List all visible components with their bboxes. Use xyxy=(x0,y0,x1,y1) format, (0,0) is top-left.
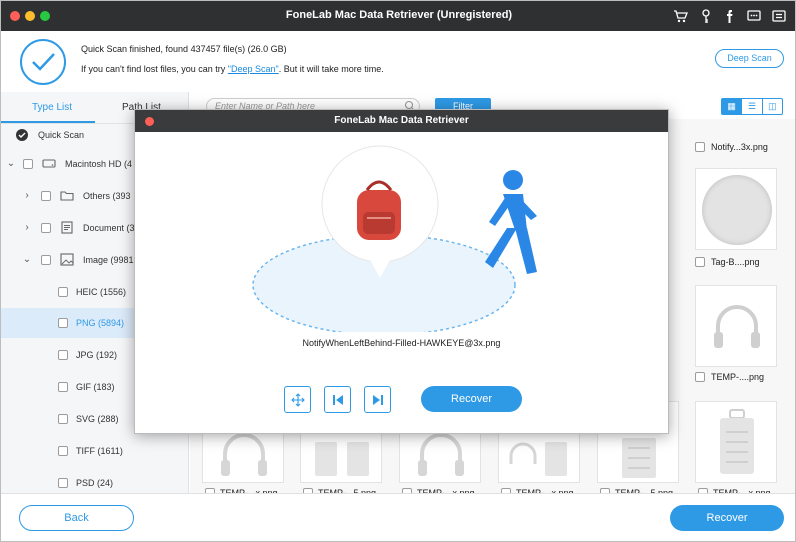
tree-item-label: JPG (192) xyxy=(76,350,118,360)
recover-button[interactable]: Recover xyxy=(670,505,784,531)
scan-complete-icon xyxy=(20,39,66,85)
view-mode-toggle: ▦ ☰ ◫ xyxy=(721,98,783,115)
preview-filename: NotifyWhenLeftBehind-Filled-HAWKEYE@3x.p… xyxy=(302,338,501,348)
tree-item-label: PSD (24) xyxy=(76,478,114,488)
tab-type-list[interactable]: Type List xyxy=(32,102,72,113)
checkbox[interactable] xyxy=(41,223,51,233)
walking-person-icon xyxy=(485,170,537,274)
luggage-icon xyxy=(720,409,754,474)
tree-item-label: GIF (183) xyxy=(76,382,115,392)
scan-hint: If you can't find lost files, you can tr… xyxy=(81,64,384,74)
check-circle-icon xyxy=(16,129,28,141)
detail-view-icon[interactable]: ◫ xyxy=(763,99,782,114)
file-thumbnail[interactable] xyxy=(695,285,777,367)
chat-icon[interactable] xyxy=(746,8,762,24)
disk-icon xyxy=(42,157,56,170)
file-thumbnail[interactable] xyxy=(695,401,777,483)
tree-item-label: HEIC (1556) xyxy=(76,287,127,297)
checkbox[interactable] xyxy=(58,318,68,328)
file-thumbnail[interactable] xyxy=(695,168,777,250)
file-label: Tag-B....png xyxy=(711,257,760,267)
preview-image xyxy=(252,145,537,332)
grid-view-icon[interactable]: ▦ xyxy=(722,99,743,114)
previous-file-icon[interactable] xyxy=(324,386,351,413)
menu-icon[interactable] xyxy=(771,8,787,24)
file-label: Notify...3x.png xyxy=(711,142,768,152)
chevron-right-icon[interactable]: › xyxy=(22,190,32,201)
tree-item-label: Image (9981 xyxy=(83,255,134,265)
back-button[interactable]: Back xyxy=(19,505,134,531)
tree-item-label: Others (393 xyxy=(83,191,131,201)
key-icon[interactable] xyxy=(698,8,714,24)
file-checkbox[interactable] xyxy=(695,372,705,382)
image-icon xyxy=(60,253,74,266)
title-bar: FoneLab Mac Data Retriever (Unregistered… xyxy=(1,1,795,31)
tree-item-label: Document (3 xyxy=(83,223,135,233)
deep-scan-button[interactable]: Deep Scan xyxy=(715,49,784,68)
deep-scan-link[interactable]: "Deep Scan" xyxy=(228,64,279,74)
file-checkbox[interactable] xyxy=(695,257,705,267)
close-dialog-button[interactable] xyxy=(145,117,154,126)
chevron-down-icon[interactable]: ⌄ xyxy=(6,158,16,169)
fit-screen-icon[interactable] xyxy=(284,386,311,413)
file-label: TEMP-....png xyxy=(711,372,765,382)
tree-item-label: Macintosh HD (4 xyxy=(65,159,133,169)
facebook-icon[interactable] xyxy=(722,8,738,24)
tree-item-tiff[interactable]: TIFF (1611) xyxy=(1,436,189,466)
document-icon xyxy=(60,221,74,234)
preview-dialog: FoneLab Mac Data Retriever NotifyWhenLef xyxy=(134,109,669,434)
checkbox[interactable] xyxy=(58,287,68,297)
list-view-icon[interactable]: ☰ xyxy=(742,99,763,114)
app-window: FoneLab Mac Data Retriever (Unregistered… xyxy=(0,0,796,542)
quick-scan-label: Quick Scan xyxy=(38,130,85,140)
checkbox[interactable] xyxy=(23,159,33,169)
checkbox[interactable] xyxy=(41,255,51,265)
folder-icon xyxy=(60,189,74,202)
checkbox[interactable] xyxy=(58,350,68,360)
checkbox[interactable] xyxy=(58,478,68,488)
chevron-right-icon[interactable]: › xyxy=(22,222,32,233)
checkbox[interactable] xyxy=(58,446,68,456)
scan-hint-prefix: If you can't find lost files, you can tr… xyxy=(81,64,228,74)
scan-status-text: Quick Scan finished, found 437457 file(s… xyxy=(81,44,287,54)
chevron-down-icon[interactable]: ⌄ xyxy=(22,254,32,265)
checkbox[interactable] xyxy=(58,382,68,392)
tree-item-label: PNG (5894) xyxy=(76,318,125,328)
preview-recover-button[interactable]: Recover xyxy=(421,386,522,412)
checkbox[interactable] xyxy=(58,414,68,424)
file-checkbox[interactable] xyxy=(695,142,705,152)
cart-icon[interactable] xyxy=(673,8,689,24)
tree-item-label: SVG (288) xyxy=(76,414,119,424)
tree-item-label: TIFF (1611) xyxy=(76,446,123,456)
checkbox[interactable] xyxy=(41,191,51,201)
preview-dialog-title: FoneLab Mac Data Retriever xyxy=(135,110,668,132)
headphones-icon xyxy=(714,305,760,348)
next-file-icon[interactable] xyxy=(364,386,391,413)
bottom-bar: Back Recover xyxy=(1,493,795,541)
tag-thumbnail-image xyxy=(702,175,772,245)
scan-hint-suffix: . But it will take more time. xyxy=(278,64,384,74)
